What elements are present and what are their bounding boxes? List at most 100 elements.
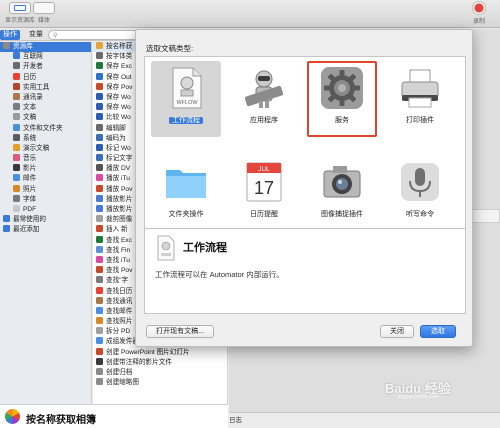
type-application[interactable]: 应用程序 <box>229 61 299 137</box>
action-item-label: 创建 PowerPoint 图片幻灯片 <box>106 348 190 356</box>
description-title: 按名称获取相簿 <box>26 415 96 426</box>
library-category-icon <box>13 143 20 151</box>
open-existing-document-button[interactable]: 打开现有文稿... <box>146 325 214 338</box>
library-category-icon <box>3 215 10 223</box>
library-item[interactable]: 日历 <box>0 72 91 83</box>
type-image-capture-plugin-label: 图像捕捉插件 <box>321 211 363 218</box>
action-app-icon <box>96 52 103 60</box>
type-dictation-command-label: 听写命令 <box>406 211 434 218</box>
log-label[interactable]: 日志 <box>229 414 242 424</box>
library-item[interactable]: 最常使用的 <box>0 215 91 225</box>
action-app-icon <box>96 82 103 90</box>
action-item-label: 播放 DV <box>106 165 131 173</box>
type-service[interactable]: 服务 <box>307 61 377 137</box>
library-category-icon <box>13 133 20 141</box>
library-item-label: 文件和文件夹 <box>23 124 63 132</box>
library-item[interactable]: PDF <box>0 205 91 215</box>
library-item[interactable]: 实用工具 <box>0 82 91 93</box>
action-app-icon <box>96 357 103 365</box>
action-item-label: 编辑脚 <box>106 124 126 132</box>
library-item[interactable]: 文本 <box>0 103 91 113</box>
close-button[interactable]: 关闭 <box>380 325 414 338</box>
type-calendar-alarm[interactable]: JUL 17 日历提醒 <box>229 155 299 231</box>
action-item[interactable]: 创建归档 <box>93 368 227 378</box>
library-item[interactable]: 互联网 <box>0 52 91 62</box>
watermark-url: jingyan.baidu.com <box>398 394 439 400</box>
library-item[interactable]: 演示文稿 <box>0 143 91 154</box>
library-item[interactable]: 照片 <box>0 184 91 195</box>
library-category-icon <box>3 42 10 49</box>
action-item-label: 保存 Out <box>106 73 132 81</box>
record-button[interactable]: 录制 <box>464 1 494 25</box>
library-item[interactable]: 影片 <box>0 164 91 174</box>
action-item[interactable]: 创建缩略图 <box>93 378 227 388</box>
type-print-plugin-label: 打印插件 <box>406 117 434 124</box>
library-category-icon <box>13 82 20 90</box>
type-image-capture-plugin[interactable]: 图像捕捉插件 <box>307 155 377 231</box>
action-item-label: 播放 Pov <box>106 185 133 193</box>
action-item-label: 保存 Wo <box>106 104 131 112</box>
type-workflow[interactable]: WFLOW 工作流程 <box>151 61 221 137</box>
action-item-label: 查找 Exc <box>106 236 133 244</box>
action-item[interactable]: 创建 PowerPoint 图片幻灯片 <box>93 347 227 358</box>
library-category-icon <box>13 52 20 60</box>
library-item[interactable]: 系统 <box>0 133 91 144</box>
library-item-label: 文稿 <box>23 114 37 122</box>
action-item-label: 保存 Wo <box>106 93 131 101</box>
action-item-label: 按名称获 <box>106 43 133 50</box>
action-app-icon <box>96 296 103 304</box>
tab-actions[interactable]: 操作 <box>0 30 20 40</box>
action-item-label: 查找 iTu <box>106 256 130 264</box>
library-item[interactable]: 邮件 <box>0 174 91 184</box>
automator-robot-icon <box>244 70 284 108</box>
library-item[interactable]: 资源库 <box>0 42 91 53</box>
action-app-icon <box>96 184 103 192</box>
record-label: 录制 <box>472 19 485 25</box>
document-type-dialog: 选取文稿类型: WFLOW 工作流程 应用程序 服务 打印插件 文件夹操作 JU… <box>135 29 473 347</box>
tab-variables[interactable]: 变量 <box>26 30 46 40</box>
media-icon <box>33 2 55 14</box>
type-application-label: 应用程序 <box>250 117 278 124</box>
action-item-label: 查找 Fin <box>106 246 131 254</box>
calendar-day-text: 17 <box>254 178 274 198</box>
action-app-icon <box>96 215 103 223</box>
type-folder-action[interactable]: 文件夹操作 <box>151 155 221 231</box>
workflow-placeholder-strip <box>469 209 500 223</box>
action-app-icon <box>96 235 103 243</box>
action-item-label: 播放影片 <box>106 195 133 203</box>
action-app-icon <box>96 92 103 100</box>
workflow-icon: WFLOW <box>172 67 202 109</box>
library-item[interactable]: 音乐 <box>0 154 91 164</box>
library-category-icon <box>13 194 20 202</box>
action-app-icon <box>96 194 103 202</box>
action-app-icon <box>96 337 103 345</box>
type-info-panel: 工作流程 工作流程可以在 Automator 内部运行。 <box>144 228 466 314</box>
toolbar: 显示资源库 媒体 录制 <box>0 0 500 28</box>
action-app-icon <box>96 174 103 182</box>
action-item-label: 编码为 <box>106 134 126 142</box>
library-category-icon <box>13 62 20 70</box>
type-dictation-command[interactable]: 听写命令 <box>385 155 455 231</box>
media-button[interactable]: 媒体 <box>24 2 64 24</box>
camera-icon <box>323 166 361 198</box>
action-item-label: 创建归档 <box>106 369 133 376</box>
library-item[interactable]: 开发者 <box>0 62 91 72</box>
calendar-month-text: JUL <box>258 166 270 173</box>
type-info-title: 工作流程 <box>183 242 227 254</box>
photos-icon <box>5 409 20 424</box>
action-item-label: 比较 Wo <box>106 114 131 122</box>
action-app-icon <box>96 306 103 314</box>
choose-button[interactable]: 选取 <box>420 325 456 338</box>
library-item-label: 系统 <box>23 134 37 142</box>
library-item[interactable]: 字体 <box>0 194 91 205</box>
action-app-icon <box>96 317 103 325</box>
type-print-plugin[interactable]: 打印插件 <box>385 61 455 137</box>
record-icon <box>472 1 486 15</box>
library-item[interactable]: 最近添加 <box>0 225 91 235</box>
type-calendar-alarm-label: 日历提醒 <box>250 211 278 218</box>
action-app-icon <box>96 113 103 121</box>
library-item[interactable]: 文稿 <box>0 113 91 123</box>
library-item[interactable]: 文件和文件夹 <box>0 123 91 134</box>
library-item[interactable]: 通讯录 <box>0 92 91 103</box>
action-item[interactable]: 创建带注释的影片文件 <box>93 357 227 368</box>
